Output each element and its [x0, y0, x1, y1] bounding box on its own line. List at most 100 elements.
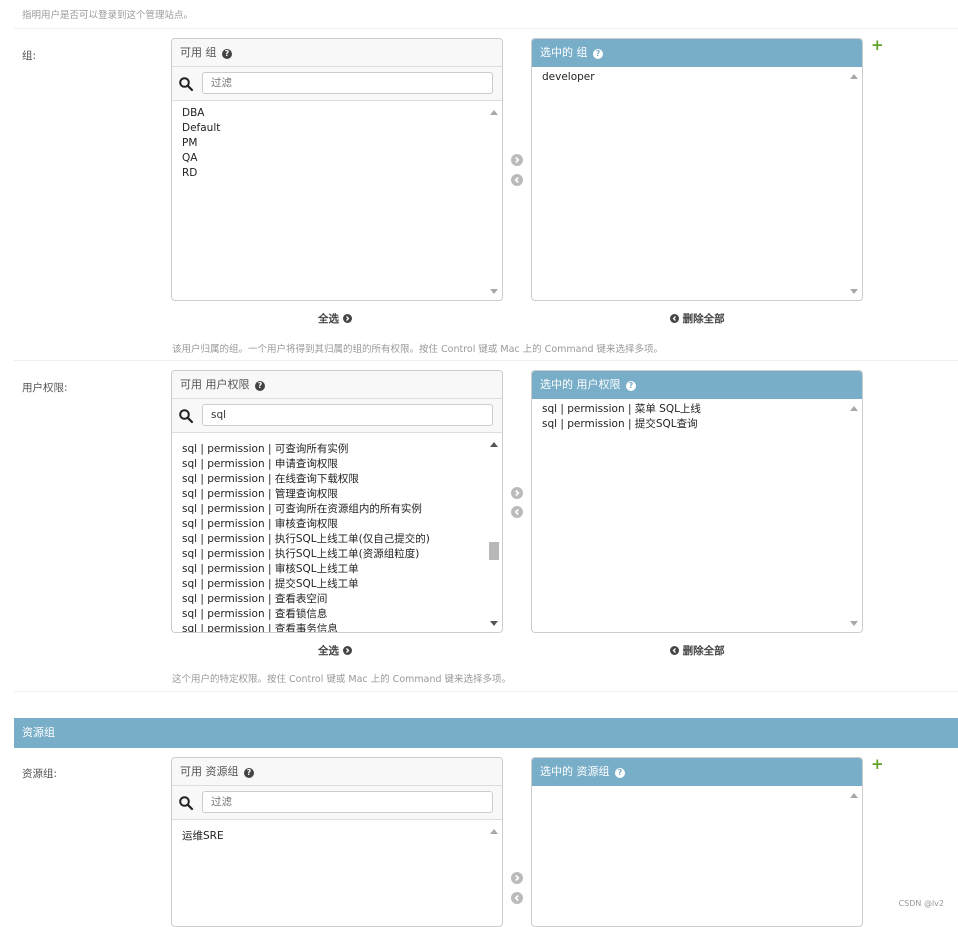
scroll-down-icon[interactable]	[490, 289, 498, 294]
arrow-left-circle-icon[interactable]	[511, 174, 523, 186]
resource-chosen-title: 选中的 资源组 ?	[532, 758, 862, 786]
remove-all-label: 删除全部	[682, 313, 725, 325]
groups-chosen-title-text: 选中的 组	[540, 46, 588, 59]
help-circle-icon[interactable]: ?	[615, 768, 625, 778]
groups-remove-all-link[interactable]: 删除全部	[670, 311, 725, 326]
permissions-filter-input[interactable]	[202, 404, 493, 426]
plus-icon[interactable]: +	[871, 38, 884, 53]
list-item[interactable]: RD	[182, 166, 476, 181]
resource-available-title: 可用 资源组 ?	[172, 758, 502, 786]
resource-filter-input[interactable]	[202, 791, 493, 813]
list-item[interactable]: sql | permission | 查看事务信息	[182, 622, 476, 632]
help-circle-icon[interactable]: ?	[244, 768, 254, 778]
arrow-left-circle-icon[interactable]	[511, 506, 523, 518]
list-item[interactable]: sql | permission | 菜单 SQL上线	[542, 402, 836, 417]
groups-filter-input[interactable]	[202, 72, 493, 94]
groups-choose-all-link[interactable]: 全选	[318, 311, 352, 326]
choose-all-label: 全选	[318, 313, 339, 325]
resource-chosen-scrollbar[interactable]	[846, 787, 862, 926]
resource-chosen-box: 选中的 资源组 ?	[531, 757, 863, 927]
list-item[interactable]: sql | permission | 在线查询下载权限	[182, 472, 476, 487]
permissions-chosen-title: 选中的 用户权限 ?	[532, 371, 862, 399]
list-item[interactable]: sql | permission | 查看锁信息	[182, 607, 476, 622]
list-item[interactable]: QA	[182, 151, 476, 166]
arrow-right-circle-icon[interactable]	[511, 872, 523, 884]
list-item[interactable]: sql | permission | 审核SQL上线工单	[182, 562, 476, 577]
scroll-up-icon[interactable]	[490, 442, 498, 447]
divider	[14, 28, 958, 29]
permissions-chosen-title-text: 选中的 用户权限	[540, 378, 621, 391]
resource-section-header: 资源组	[14, 718, 958, 748]
list-item[interactable]: developer	[542, 70, 836, 85]
groups-chosen-scrollbar[interactable]	[846, 68, 862, 300]
scroll-up-icon[interactable]	[490, 110, 498, 115]
help-circle-icon[interactable]: ?	[626, 381, 636, 391]
scroll-up-icon[interactable]	[490, 829, 498, 834]
resource-available-list[interactable]: 运维SRE	[172, 827, 486, 926]
permissions-help-text: 这个用户的特定权限。按住 Control 键或 Mac 上的 Command 键…	[172, 674, 512, 685]
arrow-right-circle-icon	[342, 314, 352, 323]
list-item[interactable]: sql | permission | 申请查询权限	[182, 457, 476, 472]
scroll-up-icon[interactable]	[850, 793, 858, 798]
watermark: CSDN @lv2	[898, 899, 944, 908]
groups-available-title-text: 可用 组	[180, 46, 217, 59]
permissions-available-list[interactable]: sql | permission | 可查询所有实例 sql | permiss…	[172, 440, 486, 632]
search-icon	[179, 77, 194, 92]
permissions-chosen-scrollbar[interactable]	[846, 400, 862, 632]
arrow-right-circle-icon	[342, 646, 352, 655]
remove-all-label: 删除全部	[682, 645, 725, 657]
permissions-available-title-text: 可用 用户权限	[180, 378, 250, 391]
list-item[interactable]: sql | permission | 管理查询权限	[182, 487, 476, 502]
scrollbar-thumb[interactable]	[489, 542, 499, 560]
plus-icon[interactable]: +	[871, 757, 884, 772]
arrow-right-circle-icon[interactable]	[511, 154, 523, 166]
list-item[interactable]: sql | permission | 审核查询权限	[182, 517, 476, 532]
list-item[interactable]: sql | permission | 执行SQL上线工单(资源组粒度)	[182, 547, 476, 562]
permissions-available-scrollbar[interactable]	[486, 436, 502, 632]
permissions-available-box: 可用 用户权限 ? sql | permission | 可查询所有实例 sql…	[171, 370, 503, 633]
groups-filter-row	[172, 67, 502, 101]
search-icon	[179, 409, 194, 424]
resource-chosen-title-text: 选中的 资源组	[540, 765, 610, 778]
scroll-up-icon[interactable]	[850, 74, 858, 79]
list-item[interactable]: sql | permission | 可查询所在资源组内的所有实例	[182, 502, 476, 517]
groups-available-scrollbar[interactable]	[486, 104, 502, 300]
groups-chosen-list[interactable]: developer	[532, 68, 846, 300]
list-item[interactable]: sql | permission | 执行SQL上线工单(仅自己提交的)	[182, 532, 476, 547]
permissions-chosen-box: 选中的 用户权限 ? sql | permission | 菜单 SQL上线 s…	[531, 370, 863, 633]
is-staff-help-text: 指明用户是否可以登录到这个管理站点。	[22, 10, 194, 21]
permissions-label: 用户权限:	[22, 382, 68, 394]
list-item[interactable]: 运维SRE	[182, 829, 476, 844]
divider	[14, 691, 958, 692]
groups-help-text: 该用户归属的组。一个用户将得到其归属的组的所有权限。按住 Control 键或 …	[172, 344, 664, 355]
scroll-down-icon[interactable]	[850, 621, 858, 626]
groups-label: 组:	[22, 50, 37, 62]
help-circle-icon[interactable]: ?	[255, 381, 265, 391]
groups-available-list[interactable]: DBA Default PM QA RD	[172, 104, 486, 300]
arrow-left-circle-icon	[670, 314, 679, 323]
permissions-choose-all-link[interactable]: 全选	[318, 643, 352, 658]
permissions-chosen-list[interactable]: sql | permission | 菜单 SQL上线 sql | permis…	[532, 400, 846, 632]
help-circle-icon[interactable]: ?	[593, 49, 603, 59]
list-item[interactable]: DBA	[182, 106, 476, 121]
groups-chosen-box: 选中的 组 ? developer	[531, 38, 863, 301]
permissions-remove-all-link[interactable]: 删除全部	[670, 643, 725, 658]
divider	[14, 360, 958, 361]
resource-label: 资源组:	[22, 768, 58, 780]
resource-chosen-list[interactable]	[532, 787, 846, 926]
scroll-down-icon[interactable]	[850, 289, 858, 294]
scroll-down-icon[interactable]	[490, 621, 498, 626]
list-item[interactable]: sql | permission | 查看表空间	[182, 592, 476, 607]
list-item[interactable]: sql | permission | 提交SQL上线工单	[182, 577, 476, 592]
arrow-right-circle-icon[interactable]	[511, 487, 523, 499]
list-item[interactable]: PM	[182, 136, 476, 151]
groups-available-box: 可用 组 ? DBA Default PM QA RD	[171, 38, 503, 301]
arrow-left-circle-icon[interactable]	[511, 892, 523, 904]
list-item[interactable]: Default	[182, 121, 476, 136]
scroll-up-icon[interactable]	[850, 406, 858, 411]
resource-available-scrollbar[interactable]	[486, 823, 502, 926]
list-item[interactable]: sql | permission | 可查询所有实例	[182, 442, 476, 457]
permissions-filter-row	[172, 399, 502, 433]
list-item[interactable]: sql | permission | 提交SQL查询	[542, 417, 836, 432]
help-circle-icon[interactable]: ?	[222, 49, 232, 59]
